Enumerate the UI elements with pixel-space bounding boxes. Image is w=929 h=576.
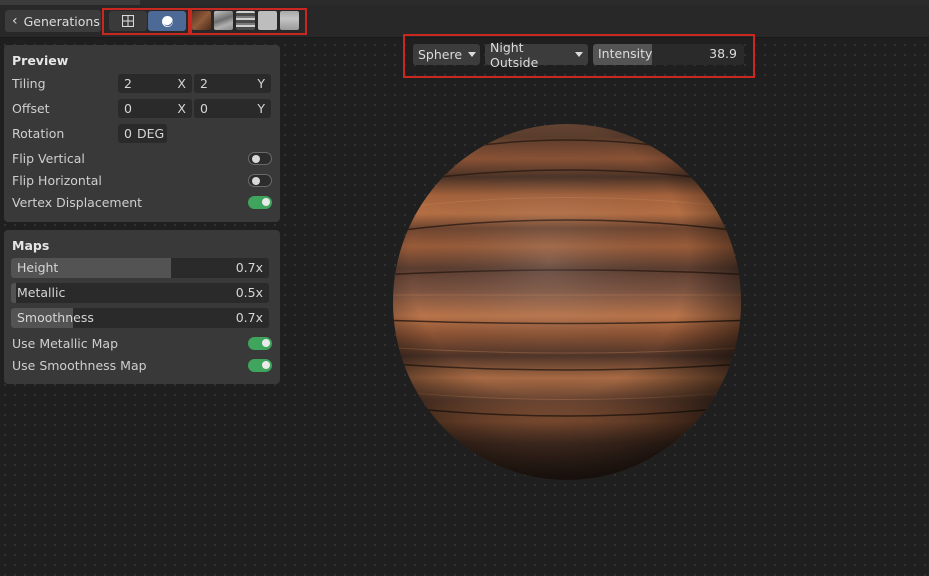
toggle-knob bbox=[262, 361, 270, 369]
use-smoothness-toggle[interactable] bbox=[248, 359, 272, 372]
material-preview-sphere[interactable] bbox=[380, 115, 755, 480]
vertex-displacement-toggle[interactable] bbox=[248, 196, 272, 209]
height-label: Height bbox=[17, 260, 59, 275]
toggle-knob bbox=[252, 154, 260, 163]
preview-panel: Preview Tiling 2 X 2 Y Offset 0 X 0 Y Ro… bbox=[4, 45, 280, 222]
offset-y-axis: Y bbox=[257, 101, 265, 116]
offset-y-field[interactable]: 0 Y bbox=[194, 99, 271, 118]
smoothness-label: Smoothness bbox=[17, 310, 94, 325]
offset-label: Offset bbox=[12, 101, 50, 116]
height-value: 0.7x bbox=[235, 260, 263, 275]
maps-title: Maps bbox=[12, 238, 50, 253]
flip-vertical-toggle[interactable] bbox=[248, 152, 272, 165]
preview-title: Preview bbox=[12, 53, 69, 68]
offset-x-field[interactable]: 0 X bbox=[118, 99, 192, 118]
offset-x-axis: X bbox=[177, 101, 186, 116]
view-mode-highlight bbox=[102, 8, 190, 35]
offset-x-value: 0 bbox=[124, 101, 132, 116]
use-metallic-toggle[interactable] bbox=[248, 337, 272, 350]
smoothness-slider[interactable]: Smoothness 0.7x bbox=[11, 308, 269, 328]
tiling-x-axis: X bbox=[177, 76, 186, 91]
smoothness-value: 0.7x bbox=[235, 310, 263, 325]
height-slider[interactable]: Height 0.7x bbox=[11, 258, 269, 278]
metallic-slider[interactable]: Metallic 0.5x bbox=[11, 283, 269, 303]
use-metallic-label: Use Metallic Map bbox=[12, 336, 119, 351]
tiling-y-field[interactable]: 2 Y bbox=[194, 74, 271, 93]
tiling-label: Tiling bbox=[12, 76, 46, 91]
metallic-value: 0.5x bbox=[235, 285, 263, 300]
metallic-label: Metallic bbox=[17, 285, 66, 300]
toggle-knob bbox=[262, 198, 270, 206]
flip-horizontal-label: Flip Horizontal bbox=[12, 173, 102, 188]
rotation-label: Rotation bbox=[12, 126, 65, 141]
flip-horizontal-toggle[interactable] bbox=[248, 174, 272, 187]
toggle-knob bbox=[252, 176, 260, 185]
metallic-slider-fill bbox=[11, 283, 17, 303]
vertex-displacement-label: Vertex Displacement bbox=[12, 195, 143, 210]
flip-vertical-label: Flip Vertical bbox=[12, 151, 85, 166]
toggle-knob bbox=[262, 339, 270, 347]
chevron-left-icon: ‹ bbox=[12, 13, 18, 29]
offset-y-value: 0 bbox=[200, 101, 208, 116]
tiling-x-value: 2 bbox=[124, 76, 132, 91]
map-thumbnails-highlight bbox=[190, 8, 307, 35]
rotation-unit: DEG bbox=[136, 126, 165, 141]
tiling-y-value: 2 bbox=[200, 76, 208, 91]
rotation-value: 0 bbox=[124, 126, 132, 141]
use-smoothness-label: Use Smoothness Map bbox=[12, 358, 147, 373]
maps-panel: Maps Height 0.7x Metallic 0.5x Smoothnes… bbox=[4, 230, 280, 384]
back-to-generations-button[interactable]: ‹ Generations bbox=[5, 10, 101, 32]
viewport-controls-highlight bbox=[403, 34, 755, 78]
back-button-label: Generations bbox=[23, 13, 100, 29]
tiling-x-field[interactable]: 2 X bbox=[118, 74, 192, 93]
tiling-y-axis: Y bbox=[257, 76, 265, 91]
rotation-field[interactable]: 0 DEG bbox=[118, 124, 167, 143]
